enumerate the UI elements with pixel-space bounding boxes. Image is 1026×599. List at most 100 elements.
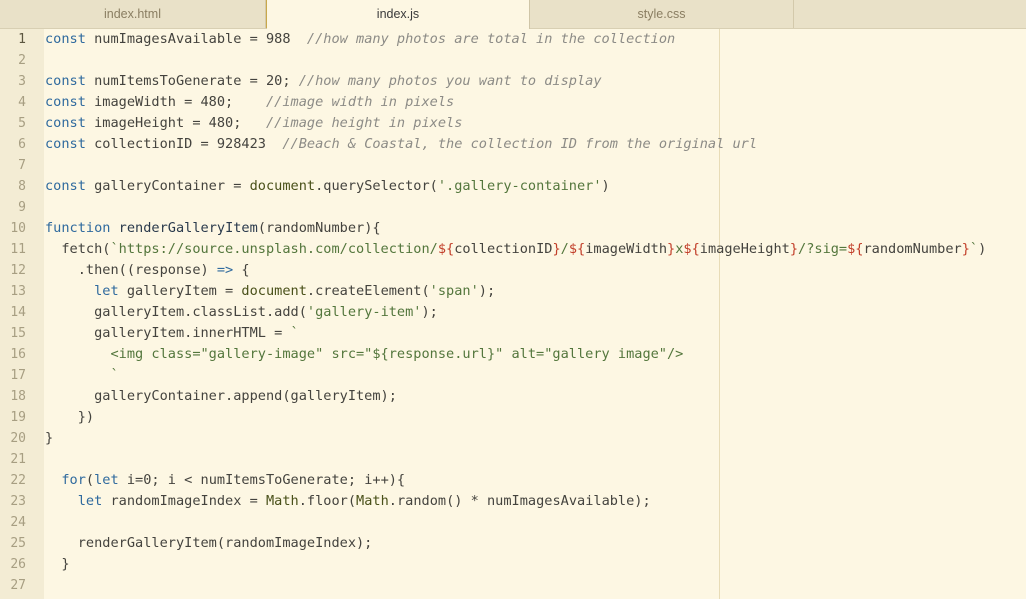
code-token: imageWidth = 480; (94, 94, 266, 110)
code-token: `https://source.unsplash.com/collection/ (110, 241, 438, 257)
code-line: } (45, 554, 70, 575)
code-token: document (249, 178, 316, 194)
line-number: 2 (18, 53, 26, 68)
line-number: 17 (10, 368, 26, 383)
code-token: ${ (437, 241, 455, 257)
code-token: const (45, 136, 95, 152)
code-token: }) (45, 409, 95, 425)
active-tab-indicator (266, 0, 267, 28)
code-token: const (45, 73, 95, 89)
code-line: galleryItem.innerHTML = ` (45, 323, 299, 344)
code-token: ) (978, 241, 987, 257)
tab-style-css[interactable]: style.css (530, 0, 794, 28)
code-line: function renderGalleryItem(randomNumber)… (45, 218, 381, 239)
code-token: imageHeight (699, 241, 790, 257)
code-line: const imageWidth = 480; //image width in… (45, 92, 454, 113)
line-number: 26 (10, 557, 26, 572)
code-token: galleryContainer = (94, 178, 250, 194)
code-token: } (45, 556, 70, 572)
code-token: collectionID = 928423 (94, 136, 283, 152)
code-token: galleryContainer.append(galleryItem); (45, 388, 397, 404)
code-token: document (241, 283, 307, 299)
tab-index-html[interactable]: index.html (0, 0, 266, 28)
line-number: 27 (10, 578, 26, 593)
code-token: ); (478, 283, 496, 299)
line-number-gutter: 1 2 3 4 5 6 7 8 9 10 11 12 13 14 15 16 17 18 19 20 21 22 23 24 2… (0, 29, 44, 599)
line-number: 15 (10, 326, 26, 341)
code-token: const (45, 31, 95, 47)
line-number: 25 (10, 536, 26, 551)
code-line: fetch(`https://source.unsplash.com/colle… (45, 239, 986, 260)
code-line: let randomImageIndex = Math.floor(Math.r… (45, 491, 651, 512)
code-token: Math (265, 493, 299, 509)
code-token: //image width in pixels (265, 94, 455, 110)
code-line: const numItemsToGenerate = 20; //how man… (45, 71, 602, 92)
code-token: for (45, 472, 86, 488)
code-token: => (216, 262, 234, 278)
line-number: 8 (18, 179, 26, 194)
code-token: (randomNumber){ (257, 220, 381, 236)
code-token: } (45, 430, 54, 446)
code-token: } (789, 241, 799, 257)
line-number: 18 (10, 389, 26, 404)
code-token: let (45, 493, 111, 509)
code-line: .then((response) => { (45, 260, 250, 281)
line-number: 3 (18, 74, 26, 89)
line-number: 4 (18, 95, 26, 110)
code-token: renderGalleryItem(randomImageIndex); (45, 535, 373, 551)
code-line: const collectionID = 928423 //Beach & Co… (45, 134, 757, 155)
code-token: numImagesAvailable = 988 (94, 31, 307, 47)
code-token: .createElement( (306, 283, 430, 299)
code-token: randomNumber (863, 241, 962, 257)
line-number: 24 (10, 515, 26, 530)
code-token: ${ (683, 241, 700, 257)
code-line: for(let i=0; i < numItemsToGenerate; i++… (45, 470, 405, 491)
code-token: Math (356, 493, 389, 509)
code-editor[interactable]: const numImagesAvailable = 988 //how man… (45, 29, 1026, 599)
code-token: / (560, 241, 569, 257)
code-token: ) (601, 178, 610, 194)
line-number: 20 (10, 431, 26, 446)
code-token: numItemsToGenerate = 20; (94, 73, 299, 89)
code-token: ( (85, 472, 95, 488)
code-token: } (667, 241, 676, 257)
line-number: 23 (10, 494, 26, 509)
code-token: //image height in pixels (265, 115, 463, 131)
code-token: imageHeight = 480; (94, 115, 266, 131)
code-token: const (45, 178, 95, 194)
code-token: } (552, 241, 561, 257)
line-number: 1 (18, 32, 26, 47)
code-token: randomImageIndex = (110, 493, 266, 509)
code-token: renderGalleryItem (118, 220, 258, 236)
code-token: 'span' (429, 283, 479, 299)
code-token: /?sig= (798, 241, 848, 257)
code-token: imageWidth (585, 241, 668, 257)
line-number: 16 (10, 347, 26, 362)
code-token: galleryItem = (126, 283, 242, 299)
code-token: ` (969, 241, 979, 257)
tab-index-js[interactable]: index.js (266, 0, 530, 29)
code-token: fetch( (45, 241, 111, 257)
code-line: }) (45, 407, 94, 428)
tab-bar: index.html index.js style.css (0, 0, 1026, 29)
line-number: 9 (18, 200, 26, 215)
code-line: <img class="gallery-image" src="${respon… (45, 344, 683, 365)
code-token: ); (421, 304, 438, 320)
code-token: .then((response) (45, 262, 217, 278)
line-number: 10 (10, 221, 26, 236)
line-number: 13 (10, 284, 26, 299)
line-number: 6 (18, 137, 26, 152)
line-number: 7 (18, 158, 26, 173)
code-token: { (233, 262, 250, 278)
code-token: ` (290, 325, 299, 341)
code-token: ${ (568, 241, 586, 257)
code-token: 'gallery-item' (306, 304, 422, 320)
code-line: const imageHeight = 480; //image height … (45, 113, 462, 134)
code-line: renderGalleryItem(randomImageIndex); (45, 533, 373, 554)
code-token: //how many photos are total in the colle… (306, 31, 676, 47)
line-number: 21 (10, 452, 26, 467)
line-number: 19 (10, 410, 26, 425)
code-token: ` (45, 367, 119, 383)
line-number: 11 (10, 242, 26, 257)
code-token: i=0; i < numItemsToGenerate; i++){ (126, 472, 406, 488)
